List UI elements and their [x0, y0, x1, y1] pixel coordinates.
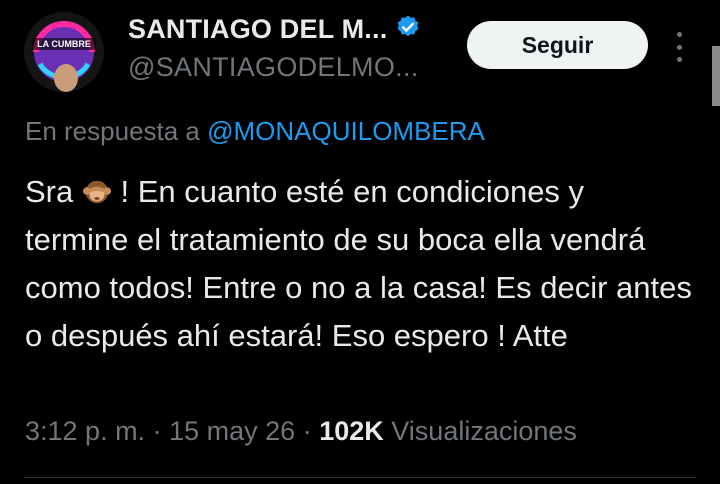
avatar[interactable]: LA CUMBRE: [24, 12, 104, 92]
reply-mention-link[interactable]: @MONAQUILOMBERA: [207, 116, 485, 146]
divider: [24, 477, 696, 478]
tweet-text-rest: ! En cuanto esté en condiciones y termin…: [25, 174, 692, 353]
tweet-text: Sra ! En cuanto esté en condiciones y te…: [25, 168, 695, 360]
author-handle[interactable]: @SANTIAGODELMO...: [128, 52, 419, 83]
more-vertical-icon[interactable]: [669, 32, 689, 62]
views-count: 102K: [319, 416, 384, 446]
reply-context: En respuesta a @MONAQUILOMBERA: [25, 116, 485, 147]
tweet-time[interactable]: 3:12 p. m.: [25, 416, 145, 446]
meta-separator: ·: [302, 416, 312, 446]
meta-separator: ·: [152, 416, 162, 446]
tweet-date[interactable]: 15 may 26: [169, 416, 295, 446]
reply-prefix: En respuesta a: [25, 116, 200, 146]
verified-badge-icon: [395, 14, 421, 45]
views-label: Visualizaciones: [391, 416, 577, 446]
tweet-meta: 3:12 p. m. · 15 may 26 · 102K Visualizac…: [25, 416, 577, 447]
scrollbar-thumb[interactable]: [712, 46, 720, 106]
avatar-image: LA CUMBRE: [24, 12, 104, 92]
author-name-row[interactable]: SANTIAGO DEL M...: [128, 14, 421, 45]
see-no-evil-monkey-icon: [82, 174, 112, 209]
avatar-text: LA CUMBRE: [37, 39, 91, 49]
follow-button[interactable]: Seguir: [467, 21, 648, 69]
author-name[interactable]: SANTIAGO DEL M...: [128, 14, 387, 45]
tweet-text-start: Sra: [25, 174, 82, 209]
